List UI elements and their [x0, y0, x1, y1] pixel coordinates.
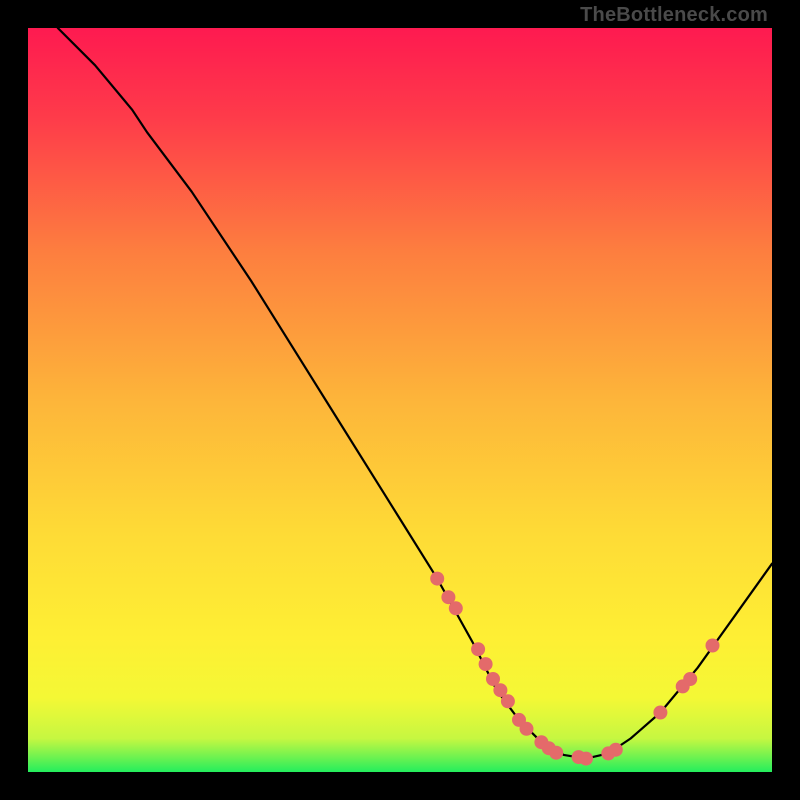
data-point [579, 752, 593, 766]
data-point [501, 694, 515, 708]
watermark-text: TheBottleneck.com [580, 4, 768, 27]
data-point [683, 672, 697, 686]
data-point [549, 746, 563, 760]
chart-frame [28, 28, 772, 772]
data-point [449, 601, 463, 615]
chart-svg [28, 28, 772, 772]
data-point [430, 572, 444, 586]
data-point [520, 722, 534, 736]
data-point [471, 642, 485, 656]
data-point [653, 706, 667, 720]
gradient-background [28, 28, 772, 772]
data-point [609, 743, 623, 757]
data-point [706, 639, 720, 653]
data-point [479, 657, 493, 671]
